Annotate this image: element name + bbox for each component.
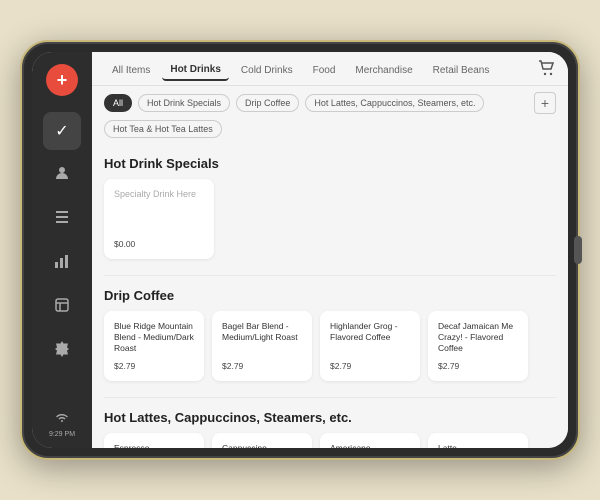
tablet-frame: + ✓ bbox=[20, 40, 580, 460]
sidebar-bottom: 9:29 PM bbox=[49, 409, 75, 448]
filter-lattes[interactable]: Hot Lattes, Cappuccinos, Steamers, etc. bbox=[305, 94, 484, 112]
card-cappuccino[interactable]: Cappuccino bbox=[212, 433, 312, 448]
card-specialty-price: $0.00 bbox=[114, 239, 204, 249]
filter-drip-coffee[interactable]: Drip Coffee bbox=[236, 94, 299, 112]
section-title-drip: Drip Coffee bbox=[104, 288, 556, 303]
add-button[interactable]: + bbox=[46, 64, 78, 96]
plus-icon: + bbox=[57, 70, 68, 91]
drip-coffee-grid: Blue Ridge Mountain Blend - Medium/Dark … bbox=[104, 311, 556, 381]
section-title-specials: Hot Drink Specials bbox=[104, 156, 556, 171]
card-bagel-bar[interactable]: Bagel Bar Blend - Medium/Light Roast $2.… bbox=[212, 311, 312, 381]
specials-grid: Specialty Drink Here $0.00 bbox=[104, 179, 556, 259]
tab-all-items[interactable]: All Items bbox=[104, 61, 158, 80]
person-icon bbox=[54, 165, 70, 186]
filter-hot-tea[interactable]: Hot Tea & Hot Tea Lattes bbox=[104, 120, 222, 138]
tab-bar: All Items Hot Drinks Cold Drinks Food Me… bbox=[92, 52, 568, 86]
settings-icon bbox=[54, 341, 70, 362]
card-decaf[interactable]: Decaf Jamaican Me Crazy! - Flavored Coff… bbox=[428, 311, 528, 381]
main-content: All Items Hot Drinks Cold Drinks Food Me… bbox=[92, 52, 568, 448]
tab-cold-drinks[interactable]: Cold Drinks bbox=[233, 61, 301, 80]
card-espresso[interactable]: Espresso bbox=[104, 433, 204, 448]
side-button bbox=[574, 236, 582, 264]
sidebar-icon-settings[interactable] bbox=[43, 332, 81, 370]
filter-bar-row2: Hot Tea & Hot Tea Lattes bbox=[92, 120, 568, 144]
sidebar-icon-list[interactable] bbox=[43, 200, 81, 238]
wifi-icon bbox=[55, 409, 69, 427]
filter-all[interactable]: All bbox=[104, 94, 132, 112]
card-americano[interactable]: Americano bbox=[320, 433, 420, 448]
sidebar-time: 9:29 PM bbox=[49, 431, 75, 438]
sidebar-icon-chart[interactable] bbox=[43, 244, 81, 282]
check-icon: ✓ bbox=[55, 121, 68, 141]
divider-1 bbox=[104, 275, 556, 276]
sidebar-icon-person[interactable] bbox=[43, 156, 81, 194]
card-bagel-bar-name: Bagel Bar Blend - Medium/Light Roast bbox=[222, 321, 302, 355]
sidebar: + ✓ bbox=[32, 52, 92, 448]
card-blue-ridge[interactable]: Blue Ridge Mountain Blend - Medium/Dark … bbox=[104, 311, 204, 381]
card-decaf-name: Decaf Jamaican Me Crazy! - Flavored Coff… bbox=[438, 321, 518, 355]
sidebar-icon-check[interactable]: ✓ bbox=[43, 112, 81, 150]
card-espresso-name: Espresso bbox=[114, 443, 194, 448]
card-specialty-name: Specialty Drink Here bbox=[114, 189, 204, 233]
card-cappuccino-name: Cappuccino bbox=[222, 443, 302, 448]
tab-retail-beans[interactable]: Retail Beans bbox=[425, 61, 498, 80]
card-americano-name: Americano bbox=[330, 443, 410, 448]
card-blue-ridge-price: $2.79 bbox=[114, 361, 194, 371]
card-decaf-price: $2.79 bbox=[438, 361, 518, 371]
lattes-grid: Espresso Cappuccino Americano Latte bbox=[104, 433, 556, 448]
card-highlander-name: Highlander Grog - Flavored Coffee bbox=[330, 321, 410, 355]
pos-icon bbox=[54, 297, 70, 318]
list-icon bbox=[54, 210, 70, 229]
filter-bar: All Hot Drink Specials Drip Coffee Hot L… bbox=[92, 86, 568, 120]
filter-add-button[interactable]: + bbox=[534, 92, 556, 114]
chart-icon bbox=[54, 254, 70, 273]
filter-hot-specials[interactable]: Hot Drink Specials bbox=[138, 94, 230, 112]
tab-merchandise[interactable]: Merchandise bbox=[347, 61, 420, 80]
tablet-screen: + ✓ bbox=[32, 52, 568, 448]
card-highlander-price: $2.79 bbox=[330, 361, 410, 371]
divider-2 bbox=[104, 397, 556, 398]
card-highlander[interactable]: Highlander Grog - Flavored Coffee $2.79 bbox=[320, 311, 420, 381]
card-specialty-drink[interactable]: Specialty Drink Here $0.00 bbox=[104, 179, 214, 259]
tab-hot-drinks[interactable]: Hot Drinks bbox=[162, 60, 229, 81]
card-bagel-bar-price: $2.79 bbox=[222, 361, 302, 371]
section-title-lattes: Hot Lattes, Cappuccinos, Steamers, etc. bbox=[104, 410, 556, 425]
sidebar-icon-pos[interactable] bbox=[43, 288, 81, 326]
card-latte[interactable]: Latte bbox=[428, 433, 528, 448]
cart-icon[interactable] bbox=[538, 60, 556, 81]
tab-food[interactable]: Food bbox=[305, 61, 344, 80]
scroll-content[interactable]: Hot Drink Specials Specialty Drink Here … bbox=[92, 144, 568, 448]
card-blue-ridge-name: Blue Ridge Mountain Blend - Medium/Dark … bbox=[114, 321, 194, 355]
card-latte-name: Latte bbox=[438, 443, 518, 448]
